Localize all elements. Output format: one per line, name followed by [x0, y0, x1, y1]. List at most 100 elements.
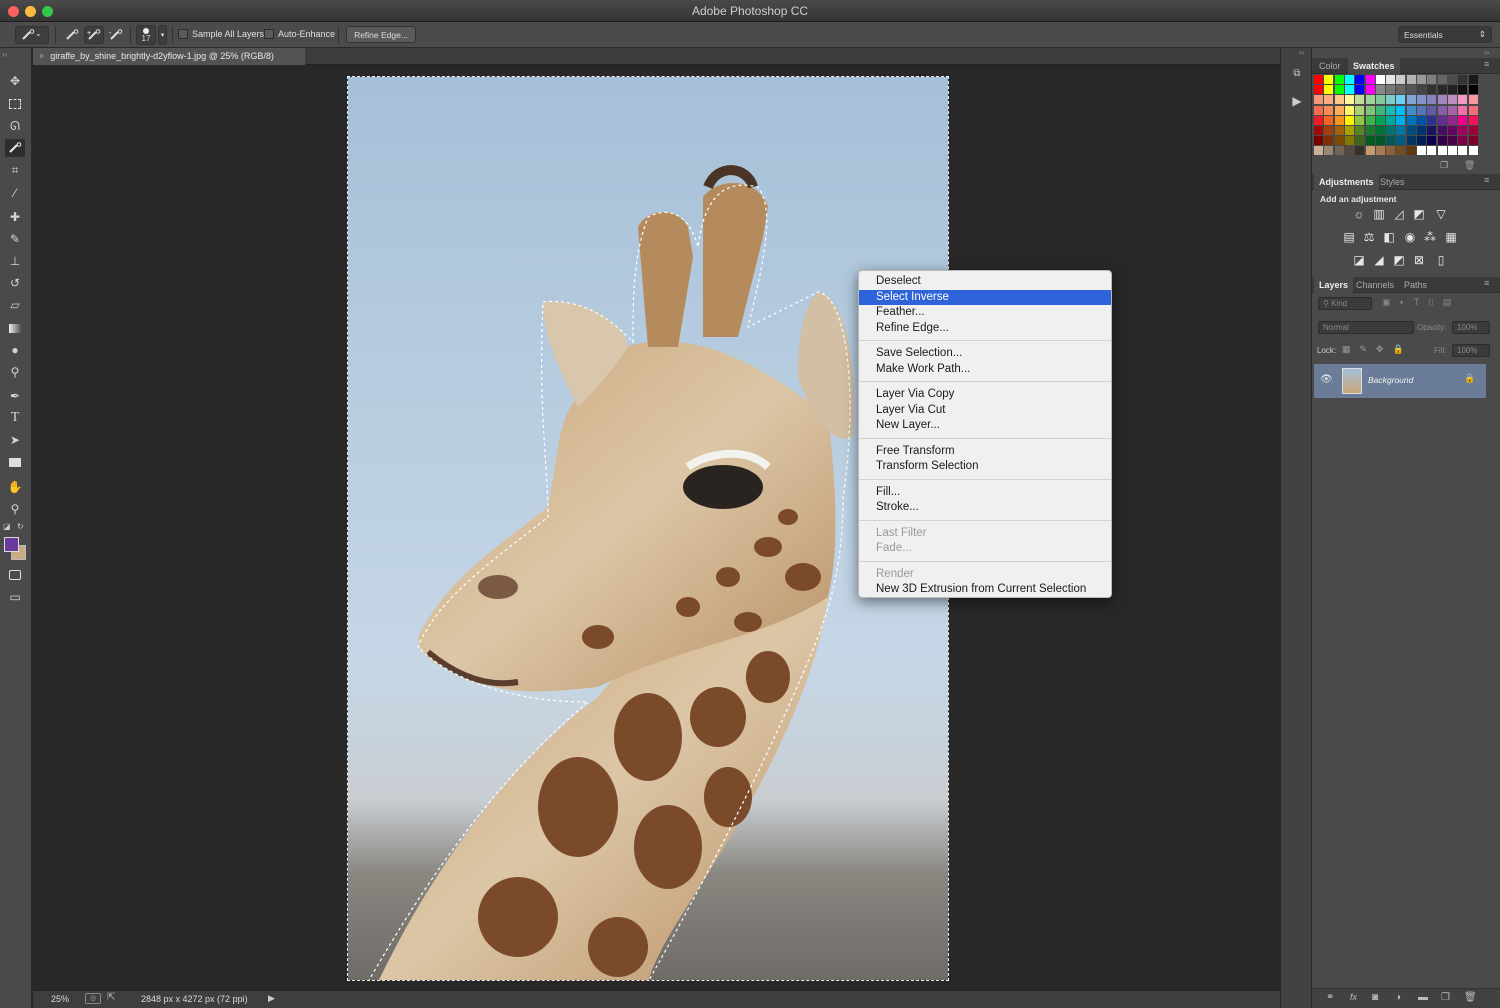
tab-adjustments[interactable]: Adjustments	[1314, 174, 1379, 190]
panel-menu-icon[interactable]: ≡	[1484, 278, 1489, 288]
swatch[interactable]	[1447, 105, 1457, 115]
swatch[interactable]	[1447, 85, 1457, 95]
swatch[interactable]	[1396, 85, 1406, 95]
dodge-tool-icon[interactable]: ⚲	[5, 363, 25, 381]
swatch[interactable]	[1458, 85, 1468, 95]
menu-item-feather[interactable]: Feather...	[859, 305, 1111, 320]
swatch[interactable]	[1396, 136, 1406, 146]
menu-item-select-inverse[interactable]: Select Inverse	[859, 289, 1111, 305]
swatch[interactable]	[1334, 115, 1344, 125]
quick-selection-tool-icon[interactable]	[5, 139, 25, 157]
tab-color[interactable]: Color	[1314, 58, 1346, 74]
swatch[interactable]	[1375, 115, 1385, 125]
add-mask-icon[interactable]: ◙	[1372, 992, 1378, 1003]
swatch[interactable]	[1365, 115, 1375, 125]
swatch[interactable]	[1334, 75, 1344, 84]
actions-panel-icon[interactable]: ▶	[1289, 94, 1305, 110]
swatch[interactable]	[1324, 85, 1334, 95]
swatch[interactable]	[1386, 126, 1396, 135]
swatch[interactable]	[1458, 115, 1468, 125]
swatch[interactable]	[1396, 105, 1406, 115]
default-colors-icon[interactable]: ◪	[3, 522, 11, 531]
tab-paths[interactable]: Paths	[1399, 277, 1432, 293]
swatch[interactable]	[1324, 75, 1334, 84]
swatch[interactable]	[1427, 146, 1437, 156]
auto-enhance-checkbox[interactable]	[264, 29, 274, 39]
menu-item-new-3d-extrusion-from-current-selection[interactable]: New 3D Extrusion from Current Selection	[859, 582, 1111, 597]
swatch[interactable]	[1458, 95, 1468, 105]
swatch[interactable]	[1417, 115, 1426, 125]
swatch[interactable]	[1396, 95, 1406, 105]
swatch[interactable]	[1314, 126, 1323, 135]
swatch[interactable]	[1437, 136, 1447, 146]
swatch[interactable]	[1334, 126, 1344, 135]
quick-mask-icon[interactable]	[5, 566, 25, 584]
swatch[interactable]	[1447, 95, 1457, 105]
opacity-field[interactable]: 100%	[1452, 321, 1490, 334]
proof-setup-icon[interactable]: ◎	[85, 993, 101, 1004]
crop-tool-icon[interactable]: ⌗	[5, 161, 25, 179]
panel-menu-icon[interactable]: ≡	[1484, 59, 1489, 69]
swatch[interactable]	[1344, 126, 1354, 135]
swatch[interactable]	[1314, 105, 1323, 115]
new-selection-mode-icon[interactable]	[62, 26, 82, 44]
path-selection-tool-icon[interactable]: ➤	[5, 431, 25, 449]
rectangle-tool-icon[interactable]	[5, 453, 25, 471]
swatch[interactable]	[1314, 136, 1323, 146]
gradient-tool-icon[interactable]	[5, 319, 25, 337]
swatch[interactable]	[1406, 146, 1416, 156]
swatch[interactable]	[1386, 105, 1396, 115]
swatch[interactable]	[1334, 85, 1344, 95]
swatch[interactable]	[1396, 75, 1406, 84]
swatch[interactable]	[1437, 105, 1447, 115]
clone-stamp-tool-icon[interactable]: ⊥	[5, 252, 25, 270]
swatch[interactable]	[1468, 105, 1478, 115]
levels-icon[interactable]: ▥	[1372, 207, 1386, 221]
blend-mode-select[interactable]: Normal	[1318, 321, 1414, 334]
swatch[interactable]	[1314, 95, 1323, 105]
add-to-selection-mode-icon[interactable]: +	[84, 26, 104, 44]
tool-preset-picker[interactable]	[15, 26, 49, 44]
swatch[interactable]	[1355, 126, 1365, 135]
tab-styles[interactable]: Styles	[1375, 174, 1410, 190]
swatch[interactable]	[1344, 105, 1354, 115]
swatch[interactable]	[1417, 136, 1426, 146]
zoom-tool-icon[interactable]: ⚲	[5, 500, 25, 518]
swatch[interactable]	[1406, 105, 1416, 115]
brush-tool-icon[interactable]: ✎	[5, 230, 25, 248]
swatch[interactable]	[1447, 146, 1457, 156]
swatch[interactable]	[1417, 146, 1426, 156]
swatch[interactable]	[1355, 95, 1365, 105]
swatch[interactable]	[1365, 75, 1375, 84]
swatch[interactable]	[1386, 146, 1396, 156]
share-icon[interactable]: ⇱	[107, 992, 115, 1003]
swatch[interactable]	[1427, 85, 1437, 95]
swatch[interactable]	[1437, 85, 1447, 95]
new-layer-icon[interactable]: ❐	[1441, 992, 1450, 1003]
swatches-grid[interactable]	[1314, 75, 1480, 157]
expand-dock-icon[interactable]: ››	[1484, 48, 1489, 57]
brush-picker-dropdown[interactable]: ▾	[158, 25, 167, 45]
swatch[interactable]	[1468, 136, 1478, 146]
swatch[interactable]	[1355, 105, 1365, 115]
swatch[interactable]	[1417, 85, 1426, 95]
black-white-icon[interactable]: ◧	[1382, 230, 1396, 244]
swatch[interactable]	[1458, 146, 1468, 156]
hand-tool-icon[interactable]: ✋	[5, 478, 25, 496]
lasso-tool-icon[interactable]: ᘏ	[5, 117, 25, 135]
menu-item-free-transform[interactable]: Free Transform	[859, 444, 1111, 459]
swatch[interactable]	[1355, 136, 1365, 146]
swatch[interactable]	[1427, 95, 1437, 105]
collapse-toolbox-icon[interactable]: ››	[2, 50, 7, 59]
swatch[interactable]	[1417, 95, 1426, 105]
swatch[interactable]	[1406, 126, 1416, 135]
swatch[interactable]	[1427, 115, 1437, 125]
swatch[interactable]	[1344, 136, 1354, 146]
delete-layer-icon[interactable]: 🗑	[1464, 992, 1477, 1003]
swatch[interactable]	[1468, 146, 1478, 156]
healing-brush-tool-icon[interactable]: ✚	[5, 208, 25, 226]
swatch[interactable]	[1324, 146, 1334, 156]
swatch[interactable]	[1375, 85, 1385, 95]
tab-layers[interactable]: Layers	[1314, 277, 1354, 293]
menu-item-deselect[interactable]: Deselect	[859, 274, 1111, 289]
